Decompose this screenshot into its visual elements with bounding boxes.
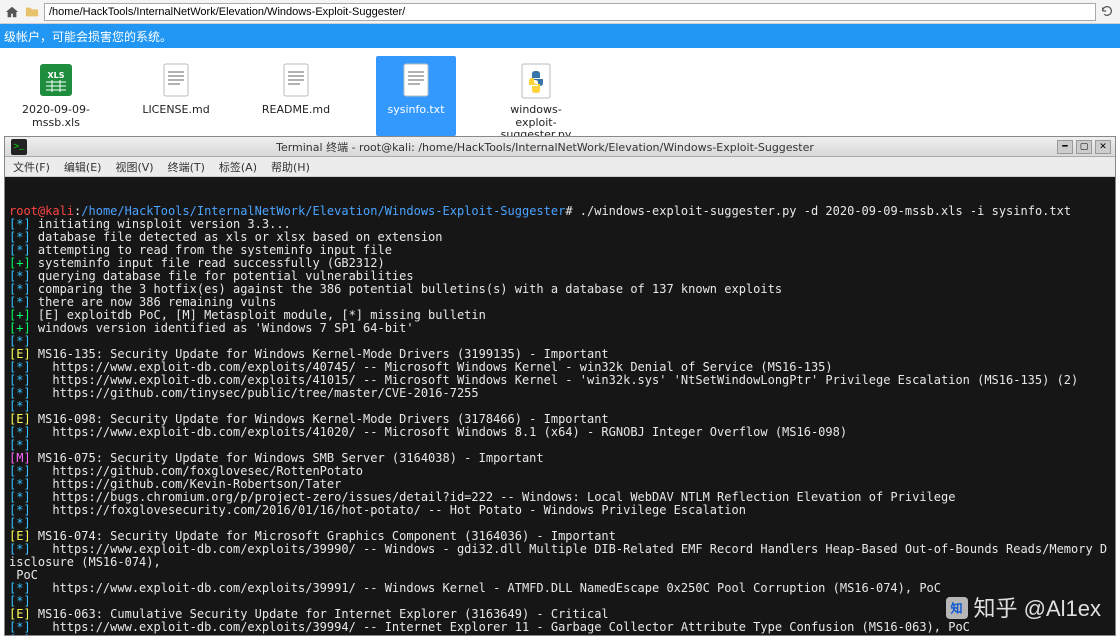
close-button[interactable]: ✕ [1095, 140, 1111, 154]
terminal-line: [*] [9, 634, 1111, 635]
folder-icon [24, 4, 40, 20]
menu-item[interactable]: 编辑(E) [64, 159, 102, 175]
minimize-button[interactable]: ━ [1057, 140, 1073, 154]
file-item[interactable]: README.md [256, 56, 336, 136]
terminal-icon: >_ [11, 139, 27, 155]
menu-item[interactable]: 文件(F) [13, 159, 50, 175]
file-item[interactable]: sysinfo.txt [376, 56, 456, 136]
file-pane[interactable]: XLS 2020-09-09-mssb.xls LICENSE.md README.m… [0, 48, 1120, 136]
terminal-line: [*] https://www.exploit-db.com/exploits/… [9, 582, 1111, 595]
maximize-button[interactable]: ▢ [1076, 140, 1092, 154]
xls-file-icon: XLS [36, 60, 76, 100]
svg-text:XLS: XLS [47, 71, 64, 80]
file-name: sysinfo.txt [387, 104, 444, 117]
terminal-line: [*] https://www.exploit-db.com/exploits/… [9, 621, 1111, 634]
menu-item[interactable]: 帮助(H) [271, 159, 310, 175]
terminal-line: [*] https://foxglovesecurity.com/2016/01… [9, 504, 1111, 517]
terminal-window: >_ Terminal 终端 - root@kali: /home/HackTo… [4, 136, 1116, 636]
terminal-menubar[interactable]: 文件(F) 编辑(E) 视图(V) 终端(T) 标签(A) 帮助(H) [5, 157, 1115, 177]
menu-item[interactable]: 视图(V) [115, 159, 153, 175]
terminal-title: Terminal 终端 - root@kali: /home/HackTools… [33, 139, 1057, 155]
txt-file-icon [156, 60, 196, 100]
file-item[interactable]: XLS 2020-09-09-mssb.xls [16, 56, 96, 136]
terminal-titlebar[interactable]: >_ Terminal 终端 - root@kali: /home/HackTo… [5, 137, 1115, 157]
terminal-line: [*] https://www.exploit-db.com/exploits/… [9, 426, 1111, 439]
warning-text: 级帐户，可能会损害您的系统。 [4, 28, 172, 45]
menu-item[interactable]: 终端(T) [168, 159, 205, 175]
file-name: 2020-09-09-mssb.xls [18, 104, 94, 129]
file-item[interactable]: LICENSE.md [136, 56, 216, 136]
terminal-line: [+] windows version identified as 'Windo… [9, 322, 1111, 335]
txt-file-icon [396, 60, 436, 100]
root-warning-banner: 级帐户，可能会损害您的系统。 [0, 24, 1120, 48]
terminal-body[interactable]: root@kali:/home/HackTools/InternalNetWor… [5, 177, 1115, 635]
refresh-icon[interactable] [1100, 4, 1116, 20]
path-input[interactable] [44, 3, 1096, 21]
file-name: LICENSE.md [142, 104, 209, 117]
py-file-icon [516, 60, 556, 100]
file-name: README.md [262, 104, 330, 117]
home-icon[interactable] [4, 4, 20, 20]
terminal-line: [*] https://github.com/tinysec/public/tr… [9, 387, 1111, 400]
txt-file-icon [276, 60, 316, 100]
file-item[interactable]: windows-exploit-suggester.py [496, 56, 576, 136]
location-bar [0, 0, 1120, 24]
terminal-line: [*] https://www.exploit-db.com/exploits/… [9, 543, 1111, 569]
menu-item[interactable]: 标签(A) [219, 159, 257, 175]
